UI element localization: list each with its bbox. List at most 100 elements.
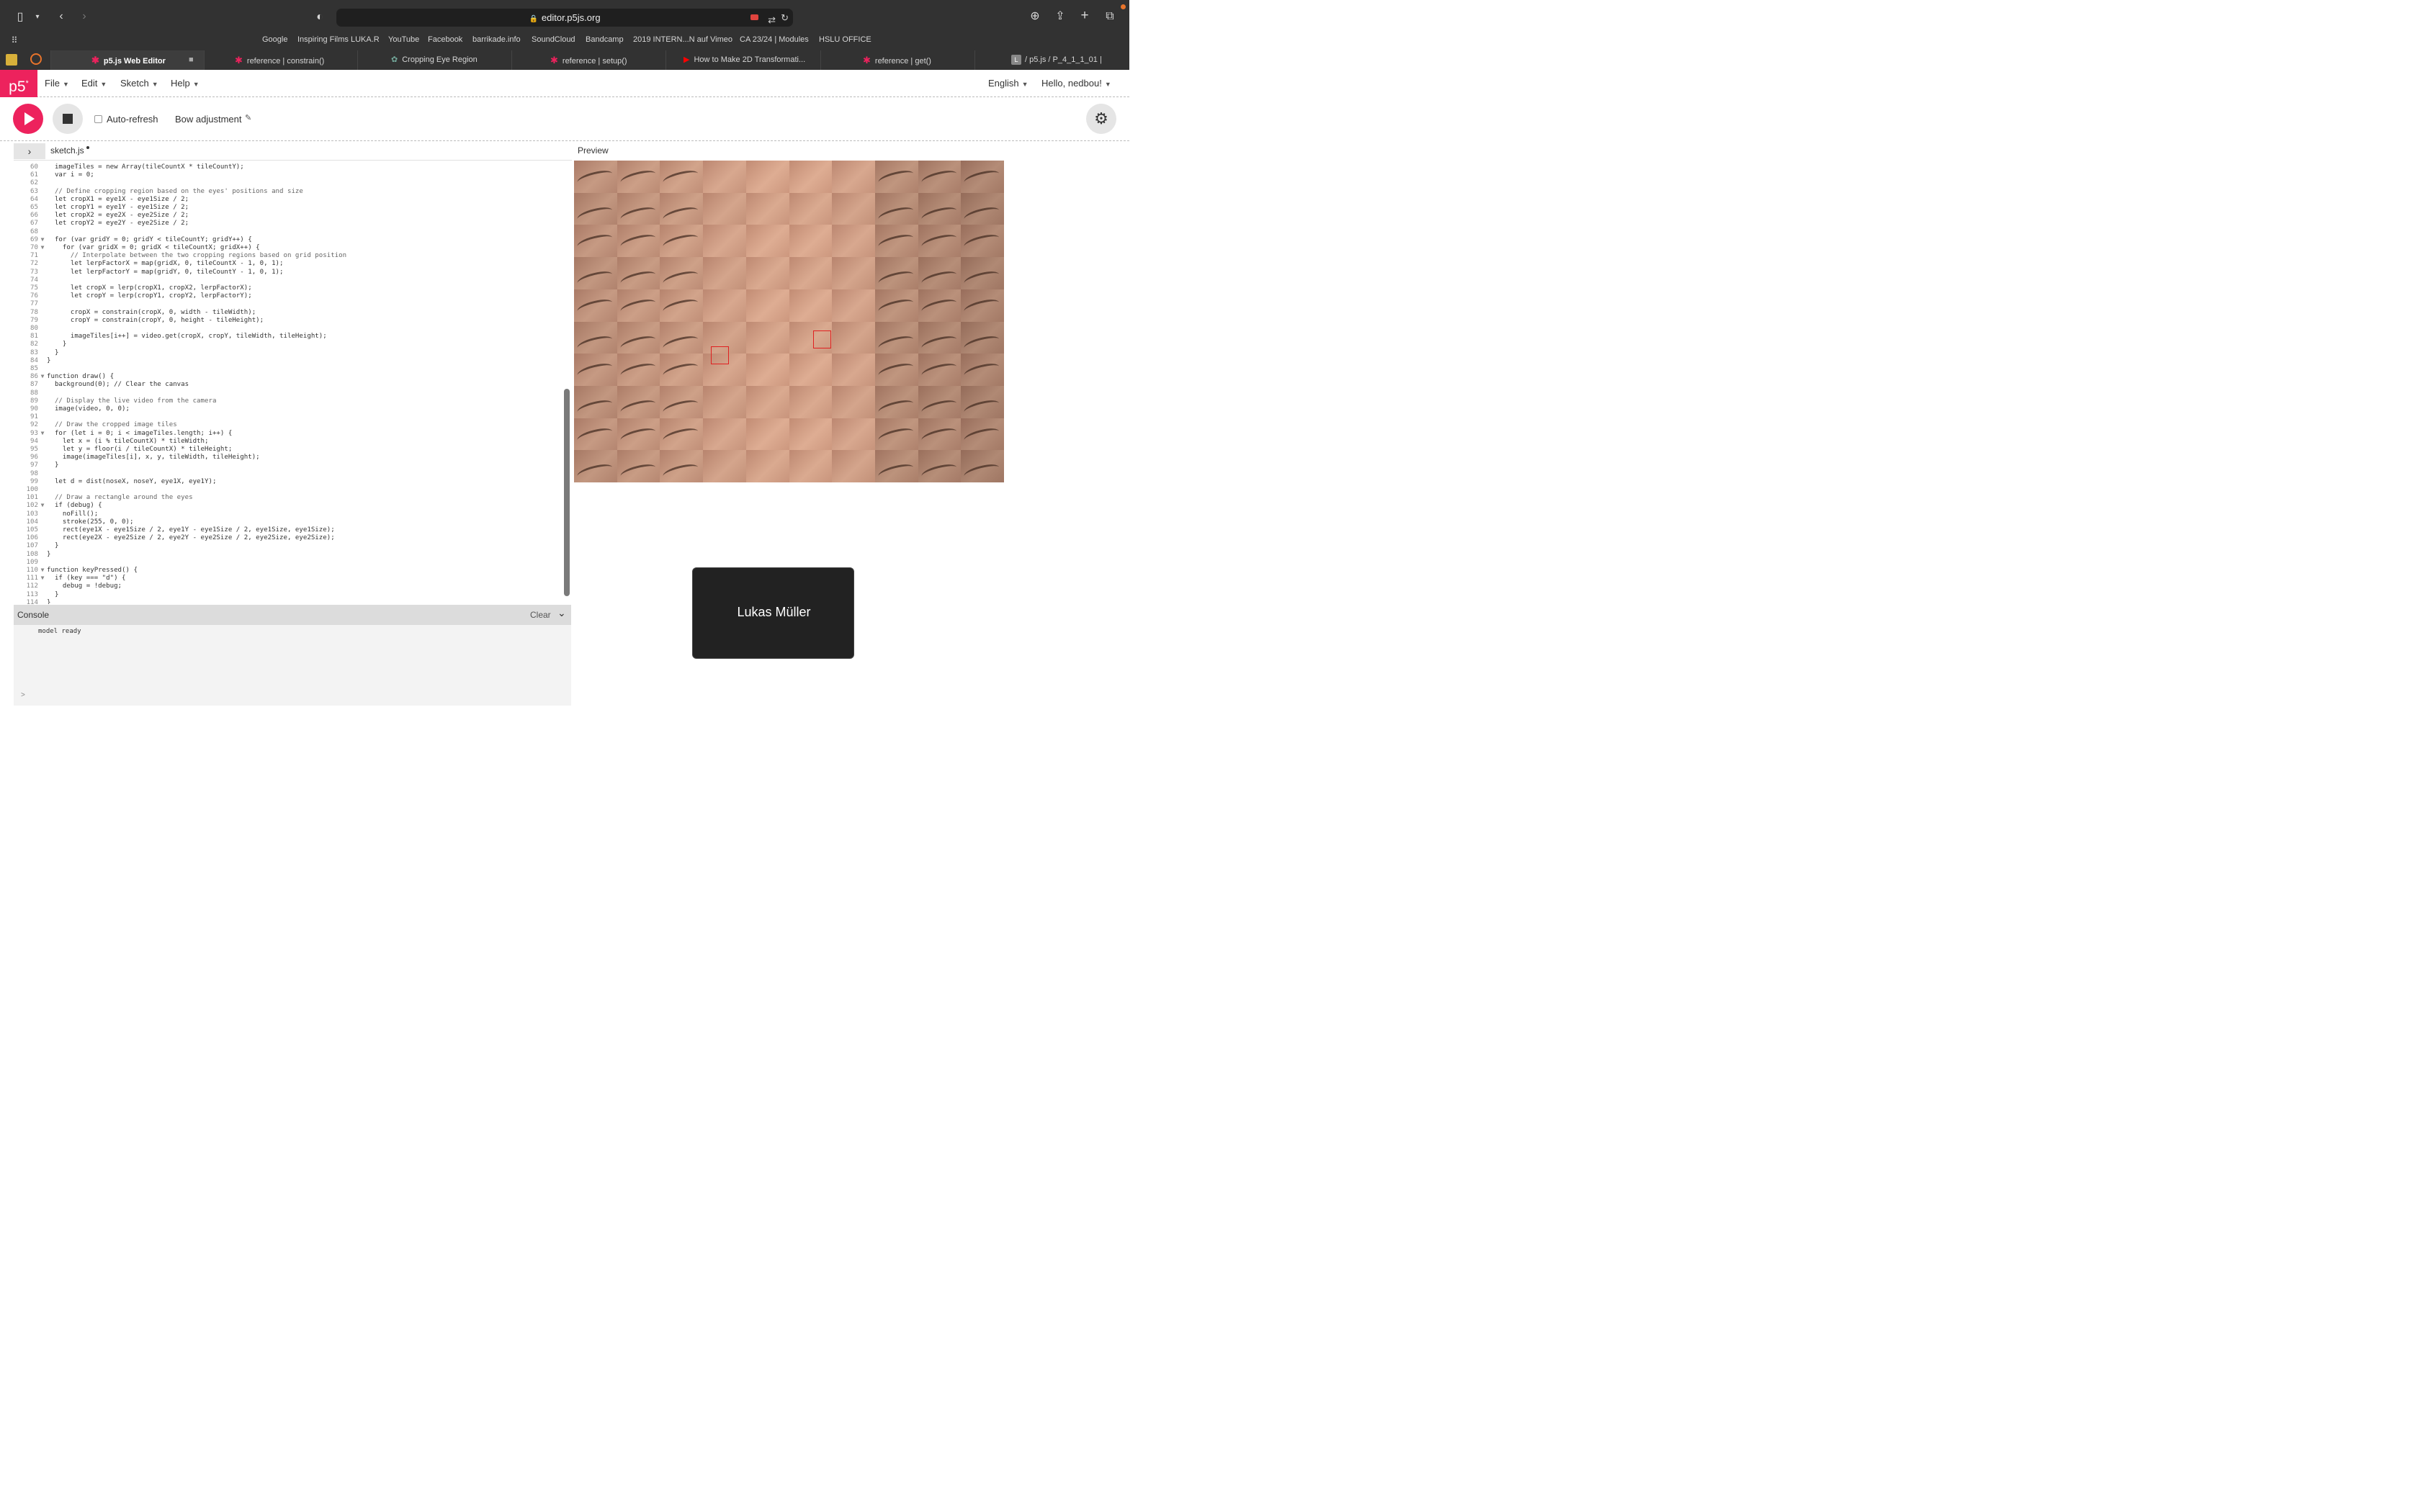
code-line[interactable]: 114 }	[14, 598, 51, 604]
code-line[interactable]: 88	[14, 389, 47, 397]
fold-arrow-icon[interactable]: ▼	[38, 574, 47, 582]
code-line[interactable]: 103 noFill();	[14, 510, 99, 518]
fold-arrow-icon[interactable]: ▼	[38, 235, 47, 243]
tab-reference-get[interactable]: ✱ reference | get()	[820, 50, 974, 70]
bookmark-vimeo[interactable]: 2019 INTERN...N auf Vimeo	[633, 35, 732, 44]
code-line[interactable]: 95 let y = floor(i / tileCountX) * tileH…	[14, 445, 232, 453]
download-icon[interactable]: ⊕	[1028, 9, 1042, 24]
code-line[interactable]: 72 let lerpFactorX = map(gridX, 0, tileC…	[14, 259, 283, 267]
code-line[interactable]: 76 let cropY = lerp(cropY1, cropY2, lerp…	[14, 292, 252, 300]
code-line[interactable]: 112 debug = !debug;	[14, 582, 122, 590]
video-call-overlay[interactable]: Lukas Müller	[692, 567, 854, 659]
bookmark-hslu-office[interactable]: HSLU OFFICE	[819, 35, 871, 44]
code-line[interactable]: 75 let cropX = lerp(cropX1, cropX2, lerp…	[14, 284, 252, 292]
code-line[interactable]: 83 }	[14, 348, 58, 356]
code-line[interactable]: 73 let lerpFactorY = map(gridY, 0, tileC…	[14, 268, 283, 276]
tab-cropping-eye-region[interactable]: ✿ Cropping Eye Region	[357, 50, 511, 70]
sidebar-expand-button[interactable]: ›	[14, 143, 45, 159]
code-line[interactable]: 63 // Define cropping region based on th…	[14, 187, 303, 195]
code-line[interactable]: 94 let x = (i % tileCountX) * tileWidth;	[14, 437, 208, 445]
code-line[interactable]: 90 image(video, 0, 0);	[14, 405, 130, 413]
code-line[interactable]: 89 // Display the live video from the ca…	[14, 397, 216, 405]
preview-canvas[interactable]	[574, 161, 1005, 483]
sidebar-toggle-icon[interactable]: ▯	[13, 10, 27, 24]
sketch-name[interactable]: Bow adjustment	[175, 114, 242, 125]
code-line[interactable]: 87 background(0); // Clear the canvas	[14, 380, 189, 388]
editor-scrollbar[interactable]	[564, 389, 570, 596]
code-line[interactable]: 67 let cropY2 = eye2Y - eye2Size / 2;	[14, 219, 189, 227]
code-line[interactable]: 97 }	[14, 461, 58, 469]
reload-icon[interactable]: ↻	[781, 9, 789, 27]
chevron-down-icon[interactable]: ⌄	[557, 607, 566, 619]
stop-button[interactable]	[53, 104, 83, 134]
console-clear-button[interactable]: Clear	[530, 610, 551, 620]
code-line[interactable]: 110 ▼ function keyPressed() {	[14, 566, 138, 574]
share-icon[interactable]: ⇪	[1053, 9, 1067, 24]
tab-reference-setup[interactable]: ✱ reference | setup()	[511, 50, 666, 70]
code-line[interactable]: 106 rect(eye2X - eye2Size / 2, eye2Y - e…	[14, 534, 335, 541]
code-line[interactable]: 70 ▼ for (var gridX = 0; gridX < tileCoun…	[14, 243, 260, 251]
play-button[interactable]	[13, 104, 43, 134]
file-tab[interactable]: sketch.js	[50, 145, 84, 156]
code-line[interactable]: 64 let cropX1 = eye1X - eye1Size / 2;	[14, 195, 189, 203]
code-line[interactable]: 74	[14, 276, 47, 284]
tab-reference-constrain[interactable]: ✱ reference | constrain()	[204, 50, 357, 70]
code-line[interactable]: 60 imageTiles = new Array(tileCountX * t…	[14, 163, 244, 171]
bookmark-ca-modules[interactable]: CA 23/24 | Modules	[740, 35, 809, 44]
camera-recording-icon[interactable]	[750, 14, 758, 20]
code-line[interactable]: 96 image(imageTiles[i], x, y, tileWidth,…	[14, 453, 260, 461]
code-line[interactable]: 99 let d = dist(noseX, noseY, eye1X, eye…	[14, 477, 216, 485]
bookmark-inspiring-films[interactable]: Inspiring Films LUKA.R	[297, 35, 380, 44]
code-line[interactable]: 93 ▼ for (let i = 0; i < imageTiles.lengt…	[14, 429, 232, 437]
menu-help[interactable]: Help ▼	[171, 78, 200, 89]
bookmark-facebook[interactable]: Facebook	[428, 35, 462, 44]
user-menu[interactable]: Hello, nedbou! ▼	[1041, 78, 1111, 89]
bookmark-google[interactable]: Google	[262, 35, 287, 44]
code-line[interactable]: 109	[14, 558, 47, 566]
code-line[interactable]: 78 cropX = constrain(cropX, 0, width - t…	[14, 308, 256, 316]
code-line[interactable]: 68	[14, 228, 47, 235]
fold-arrow-icon[interactable]: ▼	[38, 501, 47, 509]
code-line[interactable]: 108 }	[14, 550, 51, 558]
menu-sketch[interactable]: Sketch ▼	[120, 78, 158, 89]
language-select[interactable]: English ▼	[988, 78, 1028, 89]
bookmark-barrikade[interactable]: barrikade.info	[472, 35, 521, 44]
code-line[interactable]: 66 let cropX2 = eye2X - eye2Size / 2;	[14, 211, 189, 219]
code-line[interactable]: 98	[14, 469, 47, 477]
tab-youtube-2d-transform[interactable]: ▶ How to Make 2D Transformati...	[666, 50, 820, 70]
tab-p5js-p4[interactable]: L / p5.js / P_4_1_1_01 |	[974, 50, 1129, 70]
code-line[interactable]: 100	[14, 485, 47, 493]
code-line[interactable]: 104 stroke(255, 0, 0);	[14, 518, 134, 526]
bookmark-soundcloud[interactable]: SoundCloud	[532, 35, 575, 44]
fold-arrow-icon[interactable]: ▼	[38, 372, 47, 380]
code-line[interactable]: 101 // Draw a rectangle around the eyes	[14, 493, 193, 501]
code-line[interactable]: 62	[14, 179, 47, 186]
code-line[interactable]: 65 let cropY1 = eye1Y - eye1Size / 2;	[14, 203, 189, 211]
pinned-tab-icon[interactable]	[6, 54, 17, 66]
fold-arrow-icon[interactable]: ▼	[38, 429, 47, 437]
code-line[interactable]: 77	[14, 300, 47, 307]
code-line[interactable]: 113 }	[14, 590, 59, 598]
tab-overview-icon[interactable]: ⧉	[1103, 9, 1117, 24]
code-line[interactable]: 102 ▼ if (debug) {	[14, 501, 102, 509]
shield-icon[interactable]: ◐	[313, 10, 327, 24]
code-line[interactable]: 61 var i = 0;	[14, 171, 94, 179]
menu-file[interactable]: File ▼	[45, 78, 69, 89]
new-tab-icon[interactable]: +	[1077, 9, 1092, 23]
back-icon[interactable]: ‹	[55, 9, 68, 24]
chevron-down-icon[interactable]: ▾	[32, 10, 43, 24]
code-line[interactable]: 69 ▼ for (var gridY = 0; gridY < tileCoun…	[14, 235, 252, 243]
code-line[interactable]: 81 imageTiles[i++] = video.get(cropX, cr…	[14, 332, 327, 340]
code-line[interactable]: 82 }	[14, 340, 66, 348]
settings-button[interactable]: ⚙	[1086, 104, 1116, 134]
code-line[interactable]: 111 ▼ if (key === "d") {	[14, 574, 126, 582]
url-bar[interactable]: 🔒 editor.p5js.org ⇄ ↻	[336, 9, 793, 27]
forward-icon[interactable]: ›	[78, 9, 91, 24]
apps-grid-icon[interactable]: ⠿	[9, 33, 20, 48]
code-line[interactable]: 91	[14, 413, 47, 420]
bookmark-youtube[interactable]: YouTube	[388, 35, 419, 44]
code-line[interactable]: 85	[14, 364, 47, 372]
p5-logo[interactable]: p5*	[0, 70, 37, 97]
auto-refresh-checkbox[interactable]	[94, 115, 102, 123]
code-line[interactable]: 71 // Interpolate between the two croppi…	[14, 251, 346, 259]
